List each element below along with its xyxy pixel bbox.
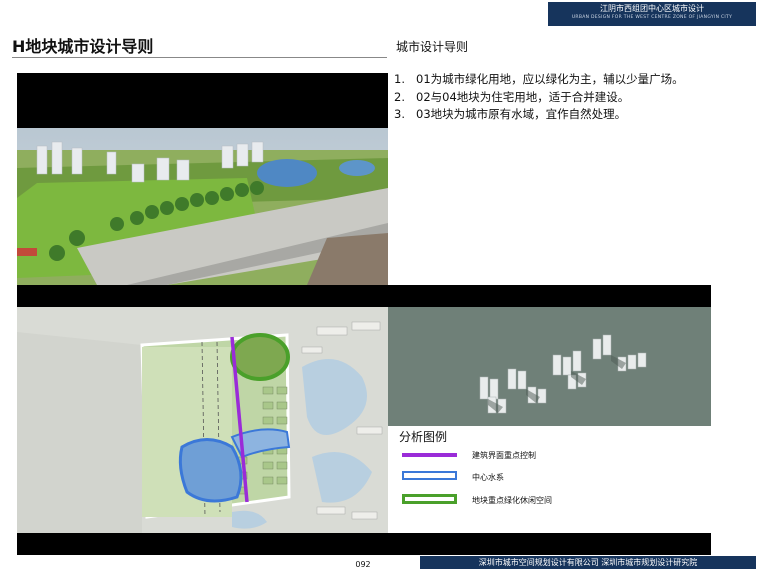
guide-item: 1. 01为城市绿化用地，应以绿化为主，辅以少量广场。 xyxy=(394,72,684,86)
footer-organization: 深圳市城市空间规划设计有限公司 深圳市城市规划设计研究院 xyxy=(478,558,698,567)
legend-label-green-space: 地块重点绿化休闲空间 xyxy=(472,496,552,505)
black-bar-top xyxy=(17,73,388,130)
legend-swatch-water-system xyxy=(402,471,457,480)
legend-label-building-interface: 建筑界面重点控制 xyxy=(472,451,536,460)
guide-list: 1. 01为城市绿化用地，应以绿化为主，辅以少量广场。 2. 02与04地块为住宅用… xyxy=(394,71,684,124)
black-bar-middle xyxy=(17,285,711,307)
project-title-en: URBAN DESIGN FOR THE WEST CENTRE ZONE OF… xyxy=(571,15,733,20)
page-title: H地块城市设计导则 xyxy=(12,37,154,56)
project-title-cn: 江阴市西组团中心区城市设计 xyxy=(600,4,704,13)
guide-heading: 城市设计导则 xyxy=(396,40,469,54)
black-bar-bottom xyxy=(17,533,711,555)
aerial-rendering-image xyxy=(17,128,388,285)
legend-swatch-building-interface xyxy=(402,453,457,457)
guide-item: 2. 02与04地块为住宅用地，适于合并建设。 xyxy=(394,89,630,104)
page-number: 092 xyxy=(355,560,371,569)
legend-title: 分析图例 xyxy=(399,430,448,444)
legend-swatch-green-space xyxy=(402,494,457,504)
title-underline xyxy=(12,57,387,58)
guide-item: 3. 03地块为城市原有水域，宜作自然处理。 xyxy=(394,107,627,121)
massing-model-image xyxy=(388,307,711,426)
legend-label-water-system: 中心水系 xyxy=(472,473,504,482)
site-plan-image xyxy=(17,307,388,533)
